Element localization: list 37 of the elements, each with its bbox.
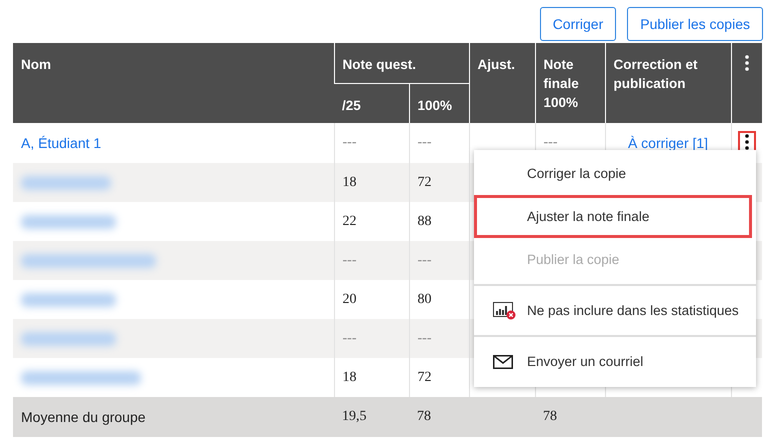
column-header: Note quest. bbox=[342, 57, 416, 72]
menu-item[interactable]: Corriger la copie bbox=[474, 152, 752, 195]
menu-item[interactable]: Envoyer un courriel bbox=[474, 340, 752, 383]
table-cell: 18 bbox=[342, 174, 356, 190]
envelope-icon bbox=[493, 354, 513, 368]
table-cell: 22 bbox=[342, 214, 356, 228]
table-cell: --- bbox=[342, 135, 356, 150]
table-cell: --- bbox=[342, 252, 356, 268]
more-options-icon[interactable] bbox=[744, 55, 749, 71]
table-cell: --- bbox=[418, 252, 432, 268]
menu-item[interactable]: Ajuster la note finale bbox=[474, 195, 752, 238]
table-cell: 78 bbox=[417, 409, 431, 424]
footer-label: Moyenne du groupe bbox=[21, 409, 146, 425]
chart-excluded-icon bbox=[493, 302, 516, 320]
table-cell: 72 bbox=[418, 174, 432, 190]
table-cell: --- bbox=[342, 330, 356, 346]
toolbar-button[interactable]: Corriger bbox=[540, 7, 616, 41]
table-cell: 80 bbox=[418, 292, 432, 306]
table-cell: 19,5 bbox=[342, 409, 366, 424]
table-cell: 20 bbox=[342, 292, 356, 306]
column-header: Ajust. bbox=[478, 57, 516, 72]
table-cell: --- bbox=[418, 135, 432, 150]
column-header: 100% bbox=[418, 98, 452, 113]
column-header: Nom bbox=[21, 57, 51, 72]
menu-item[interactable]: Ne pas inclure dans les statistiques bbox=[474, 289, 752, 332]
table-cell: 72 bbox=[418, 370, 432, 384]
toolbar-button[interactable]: Publier les copies bbox=[627, 7, 763, 41]
more-options-icon bbox=[744, 134, 749, 150]
column-header: Correction et publication bbox=[614, 56, 699, 93]
table-cell: 88 bbox=[418, 214, 432, 228]
column-header: /25 bbox=[342, 98, 361, 113]
student-name-link[interactable]: A, Étudiant 1 bbox=[21, 135, 102, 151]
table-cell: 18 bbox=[342, 370, 356, 384]
table-cell: --- bbox=[418, 330, 432, 346]
table-cell: --- bbox=[544, 135, 558, 150]
table-cell: 78 bbox=[543, 409, 558, 424]
column-header: Note finale 100% bbox=[544, 56, 580, 112]
